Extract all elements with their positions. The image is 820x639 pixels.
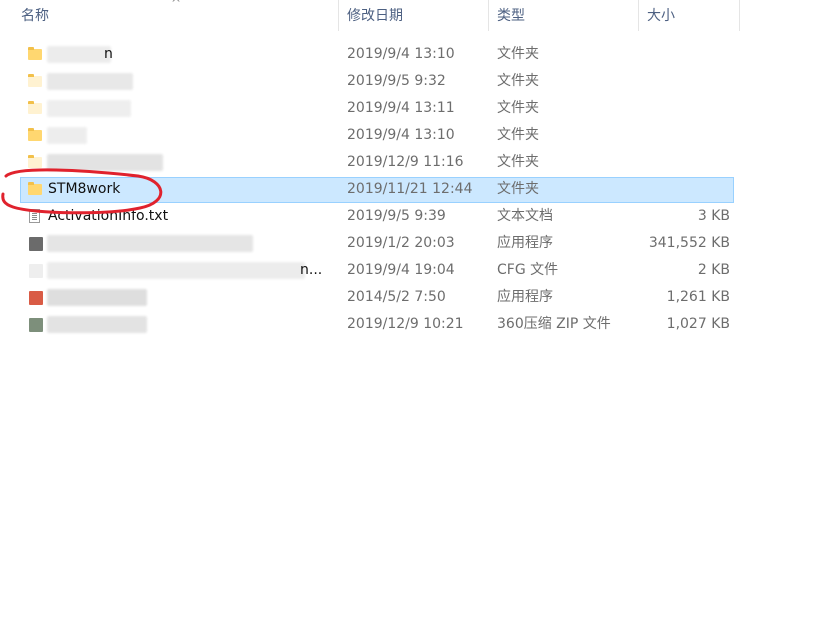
file-type: 文件夹 (497, 181, 539, 197)
file-date: 2019/12/9 11:16 (347, 154, 464, 170)
file-type: 应用程序 (497, 235, 553, 251)
column-header-type[interactable]: 类型 (489, 0, 639, 31)
column-header-date[interactable]: 修改日期 (339, 0, 489, 31)
file-date: 2019/9/5 9:39 (347, 208, 446, 224)
file-row-selected[interactable]: STM8work 2019/11/21 12:44 文件夹 (0, 176, 740, 203)
file-row[interactable]: ActivationInfo.txt 2019/9/5 9:39 文本文档 3 … (0, 203, 740, 230)
file-row[interactable]: 2019/12/9 10:21 360压缩 ZIP 文件 1,027 KB (0, 311, 740, 338)
cfg-file-icon (28, 257, 44, 284)
redacted-name (47, 235, 253, 252)
file-row[interactable]: 2019/9/4 13:10 文件夹 (0, 122, 740, 149)
redacted-name (47, 73, 133, 90)
file-type: 文件夹 (497, 46, 539, 62)
file-row[interactable]: 2019/1/2 20:03 应用程序 341,552 KB (0, 230, 740, 257)
folder-icon (28, 149, 44, 176)
file-list: n 2019/9/4 13:10 文件夹 2019/9/5 9:32 文件夹 2… (0, 41, 740, 338)
file-date: 2019/11/21 12:44 (347, 181, 473, 197)
column-header-name[interactable]: 名称 ^ (0, 0, 339, 31)
file-type: 应用程序 (497, 289, 553, 305)
file-type: 文本文档 (497, 208, 553, 224)
file-date: 2019/1/2 20:03 (347, 235, 455, 251)
column-header-type-label: 类型 (497, 8, 525, 24)
file-row[interactable]: n 2019/9/4 13:10 文件夹 (0, 41, 740, 68)
file-date: 2019/9/4 13:10 (347, 46, 455, 62)
sort-ascending-icon: ^ (171, 0, 182, 10)
file-row[interactable]: n... 2019/9/4 19:04 CFG 文件 2 KB (0, 257, 740, 284)
redacted-name (47, 100, 131, 117)
file-row[interactable]: 2019/12/9 11:16 文件夹 (0, 149, 740, 176)
file-size: 1,261 KB (666, 289, 730, 305)
file-name: STM8work (48, 181, 121, 197)
redacted-name (47, 127, 87, 144)
file-size: 3 KB (697, 208, 730, 224)
file-name: n... (300, 262, 323, 278)
file-type: 文件夹 (497, 127, 539, 143)
file-type: CFG 文件 (497, 262, 559, 278)
file-date: 2014/5/2 7:50 (347, 289, 446, 305)
folder-icon (28, 68, 44, 95)
redacted-name (47, 46, 111, 63)
file-date: 2019/9/5 9:32 (347, 73, 446, 89)
file-date: 2019/9/4 13:10 (347, 127, 455, 143)
file-type: 文件夹 (497, 154, 539, 170)
file-name: n (104, 46, 113, 62)
file-type: 文件夹 (497, 73, 539, 89)
column-header-size[interactable]: 大小 (639, 0, 740, 31)
zip-archive-icon (28, 311, 44, 338)
file-type: 360压缩 ZIP 文件 (497, 316, 611, 332)
folder-icon (28, 41, 44, 68)
folder-icon (28, 176, 44, 203)
text-file-icon (28, 203, 44, 230)
folder-icon (28, 95, 44, 122)
file-date: 2019/12/9 10:21 (347, 316, 464, 332)
folder-icon (28, 122, 44, 149)
application-icon (28, 230, 44, 257)
file-date: 2019/9/4 19:04 (347, 262, 455, 278)
file-row[interactable]: 2019/9/5 9:32 文件夹 (0, 68, 740, 95)
redacted-name (47, 154, 163, 171)
redacted-name (47, 289, 147, 306)
file-size: 2 KB (697, 262, 730, 278)
file-row[interactable]: 2014/5/2 7:50 应用程序 1,261 KB (0, 284, 740, 311)
column-header-name-label: 名称 (21, 8, 49, 24)
file-size: 1,027 KB (666, 316, 730, 332)
file-row[interactable]: 2019/9/4 13:11 文件夹 (0, 95, 740, 122)
column-header-size-label: 大小 (647, 8, 675, 24)
application-icon (28, 284, 44, 311)
file-date: 2019/9/4 13:11 (347, 100, 455, 116)
column-header-date-label: 修改日期 (347, 8, 403, 24)
file-type: 文件夹 (497, 100, 539, 116)
redacted-name (47, 262, 305, 279)
column-header-bar: 名称 ^ 修改日期 类型 大小 (0, 0, 740, 31)
file-size: 341,552 KB (648, 235, 730, 251)
file-name: ActivationInfo.txt (48, 208, 169, 224)
redacted-name (47, 316, 147, 333)
